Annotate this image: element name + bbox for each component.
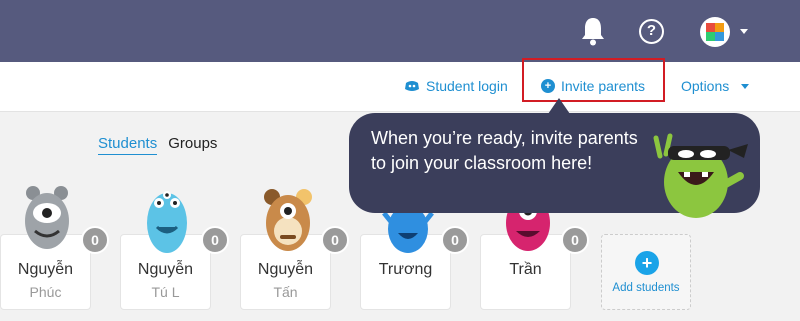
top-navigation-bar: ? bbox=[0, 0, 800, 62]
gray-monster-avatar bbox=[25, 186, 69, 249]
student-last-name: Phúc bbox=[29, 284, 62, 300]
blue-monster-avatar bbox=[147, 191, 187, 253]
tooltip-arrow bbox=[548, 98, 570, 114]
add-students-button[interactable]: + Add students bbox=[601, 234, 691, 310]
student-login-label: Student login bbox=[426, 78, 508, 94]
invite-parents-highlight bbox=[522, 58, 665, 102]
student-first-name: Trần bbox=[509, 261, 542, 278]
add-students-label: Add students bbox=[612, 282, 680, 294]
points-badge[interactable]: 0 bbox=[561, 226, 589, 254]
points-badge[interactable]: 0 bbox=[441, 226, 469, 254]
green-monster-mascot bbox=[653, 133, 748, 218]
add-icon: + bbox=[635, 251, 659, 275]
student-last-name: Tú L bbox=[151, 284, 180, 300]
student-login-link[interactable]: Student login bbox=[404, 78, 508, 94]
points-badge[interactable]: 0 bbox=[201, 226, 229, 254]
chevron-down-icon bbox=[741, 83, 750, 89]
bell-icon[interactable] bbox=[580, 16, 606, 46]
monster-icon bbox=[405, 81, 419, 91]
student-first-name: Nguyễn bbox=[17, 261, 74, 278]
help-icon[interactable]: ? bbox=[639, 19, 664, 44]
view-tabs: Students Groups bbox=[98, 135, 217, 155]
brown-monster-avatar bbox=[264, 189, 312, 251]
options-label: Options bbox=[681, 78, 730, 94]
points-badge[interactable]: 0 bbox=[81, 226, 109, 254]
points-badge[interactable]: 0 bbox=[321, 226, 349, 254]
student-first-name: Nguyễn bbox=[137, 261, 194, 278]
student-last-name: Tấn bbox=[273, 284, 298, 300]
tab-groups[interactable]: Groups bbox=[168, 135, 217, 155]
avatar-logo bbox=[706, 23, 724, 41]
caret-down-icon[interactable] bbox=[740, 29, 748, 34]
student-first-name: Nguyễn bbox=[257, 261, 314, 278]
tab-students[interactable]: Students bbox=[98, 135, 158, 155]
student-first-name: Trương bbox=[378, 261, 433, 278]
options-dropdown[interactable]: Options bbox=[681, 78, 750, 94]
class-toolbar: Student login + Invite parents Options bbox=[0, 62, 800, 112]
tooltip-text: When you’re ready, invite parents to joi… bbox=[371, 128, 638, 173]
avatar-icon[interactable] bbox=[700, 17, 730, 47]
